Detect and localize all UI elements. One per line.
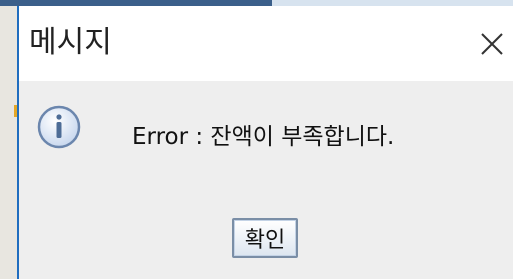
info-icon bbox=[36, 104, 82, 150]
message-dialog: 메시지 Error: 잔액이 부족합니다. 확인 bbox=[17, 6, 513, 279]
dialog-body: Error : 잔액이 부족합니다. 확인 bbox=[19, 81, 513, 279]
close-icon-glyph bbox=[481, 33, 503, 55]
dialog-message: Error : 잔액이 부족합니다. bbox=[132, 124, 395, 150]
ok-button[interactable]: 확인 bbox=[232, 218, 298, 258]
close-icon[interactable] bbox=[477, 29, 507, 59]
dialog-title: 메시지 bbox=[29, 25, 112, 60]
dialog-titlebar[interactable]: 메시지 bbox=[19, 6, 513, 81]
screen: 메시지 Error: 잔액이 부족합니다. 확인 bbox=[0, 0, 513, 279]
